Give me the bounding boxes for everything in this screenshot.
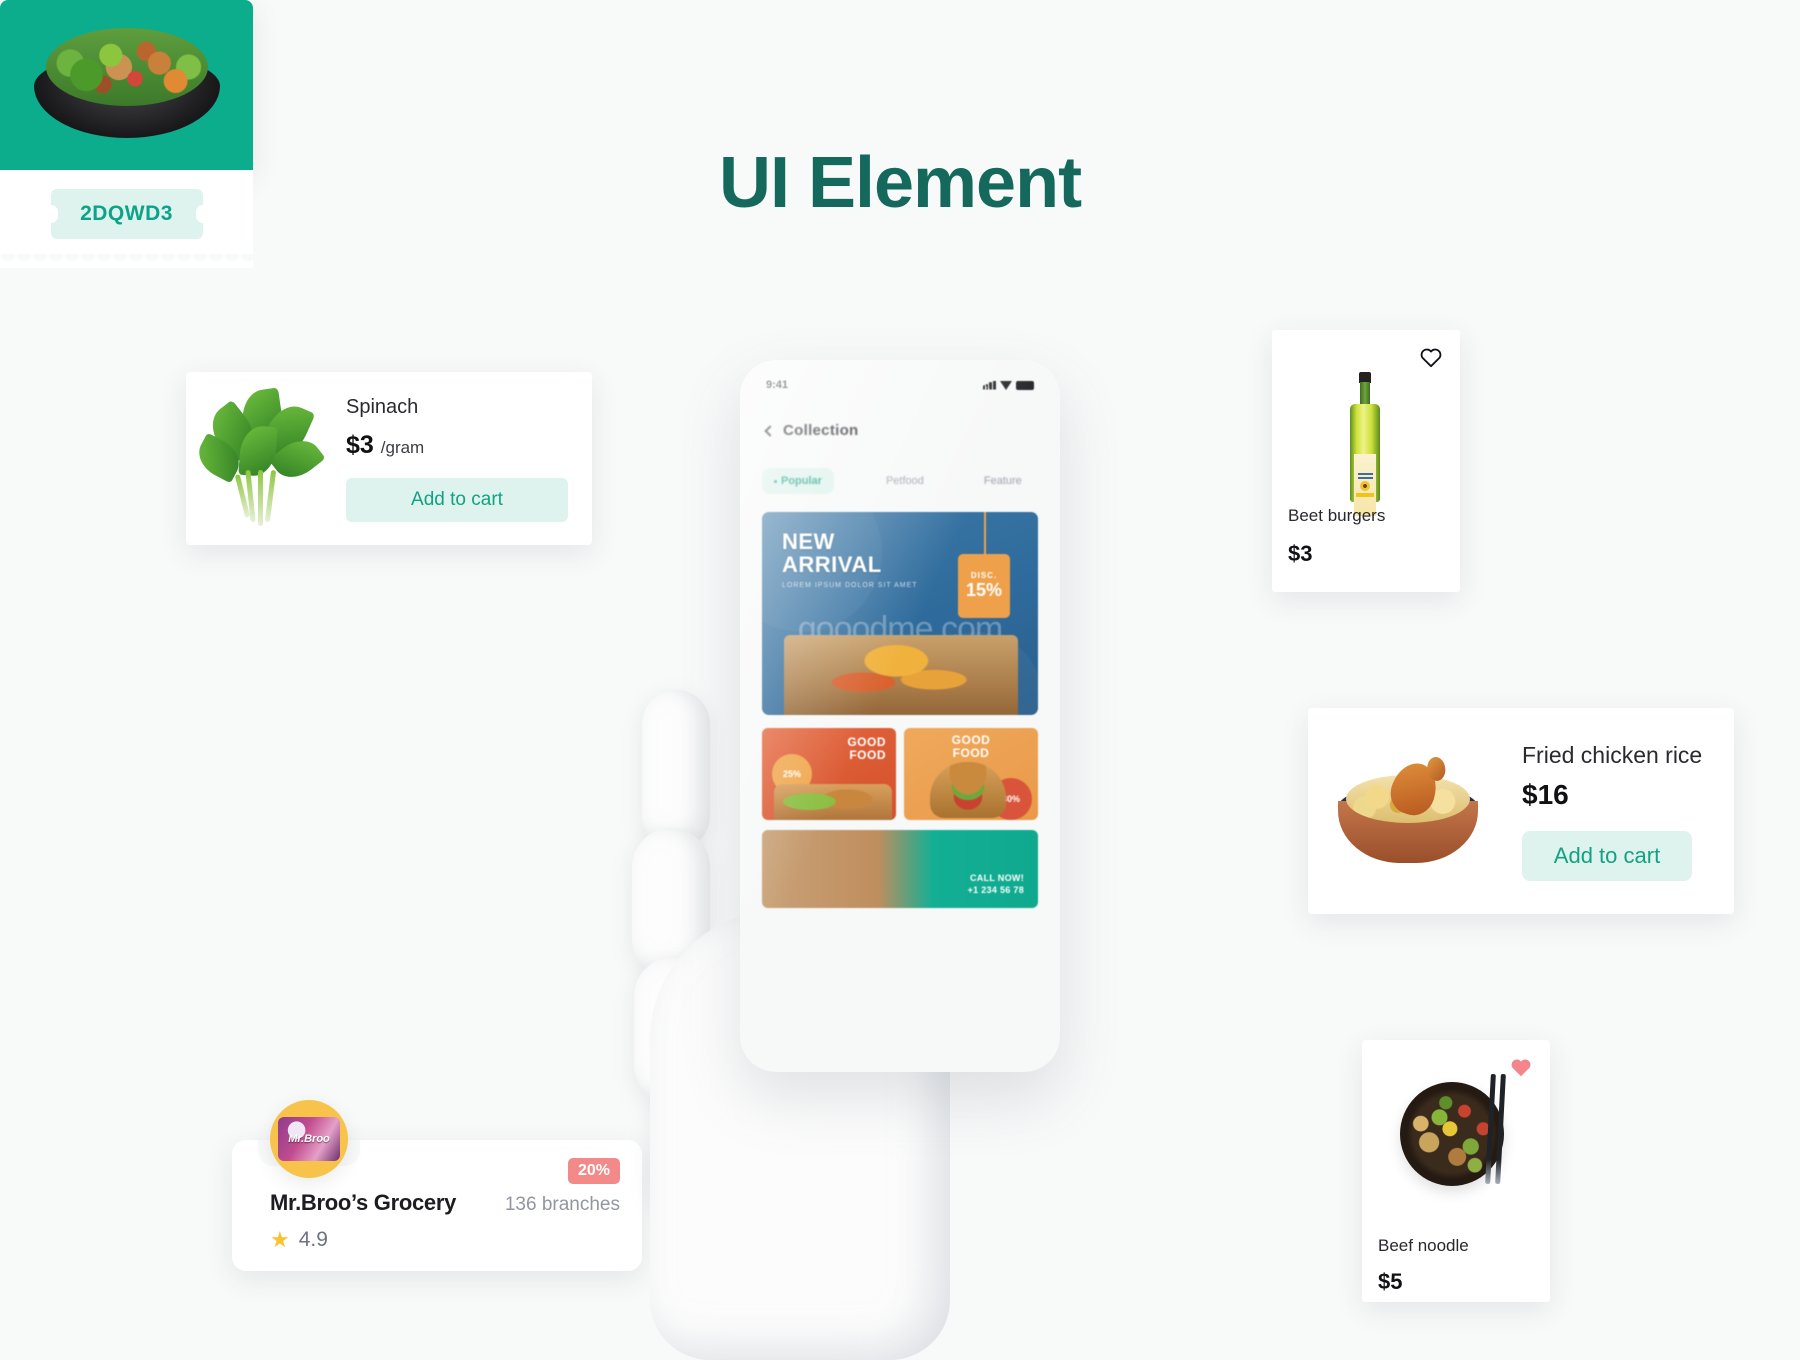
clay-bowl <box>1338 757 1478 863</box>
product-price: $3 <box>1288 541 1313 566</box>
coupon-card[interactable]: 2DQWD3 <box>0 0 253 272</box>
olive-oil-bottle-image <box>1350 372 1380 516</box>
heart-filled-icon[interactable] <box>1508 1054 1534 1080</box>
product-card-spinach[interactable]: Spinach $3 /gram Add to cart <box>186 372 592 545</box>
price-unit: /gram <box>380 437 425 457</box>
page-title: UI Element <box>718 143 1082 223</box>
heart-outline-icon[interactable] <box>1418 344 1444 370</box>
product-card-beef-noodle[interactable]: Beef noodle $5 <box>1362 1040 1550 1302</box>
product-price: $16 <box>1522 778 1569 810</box>
page-root: UI Element Spinach $3 /gram Add to cart … <box>0 0 1800 1360</box>
store-name: Mr.Broo’s Grocery <box>270 1190 457 1215</box>
phone-mockup: 9:41 Collection Popular Petfood Feature … <box>740 360 1060 1072</box>
spinach-info: Spinach $3 /gram Add to cart <box>336 396 568 522</box>
coupon-code-badge[interactable]: 2DQWD3 <box>50 189 203 239</box>
phone-screen-glare <box>740 360 1060 1072</box>
coupon-scalloped-edge <box>0 254 253 268</box>
price-value: $3 <box>346 430 374 459</box>
store-logo: Mr.Broo <box>278 1117 340 1161</box>
spinach-image <box>191 384 336 534</box>
store-rating: ★ 4.9 <box>270 1228 328 1252</box>
store-header-row: Mr.Broo’s Grocery 136 branches <box>270 1190 620 1216</box>
coupon-image-area <box>0 0 253 170</box>
product-price: $5 <box>1378 1269 1403 1294</box>
fried-chicken-rice-info: Fried chicken rice $16 Add to cart <box>1488 742 1702 881</box>
product-name: Fried chicken rice <box>1522 741 1703 768</box>
salad-greens <box>46 28 208 106</box>
fried-chicken-rice-image <box>1330 741 1488 881</box>
bottle-body <box>1350 404 1380 516</box>
store-branches: 136 branches <box>504 1194 620 1215</box>
product-price: $3 /gram <box>346 431 568 460</box>
product-card-fried-chicken-rice[interactable]: Fried chicken rice $16 Add to cart <box>1308 708 1734 914</box>
product-name: Spinach <box>346 395 419 418</box>
product-name: Beef noodle <box>1378 1236 1469 1255</box>
rating-value: 4.9 <box>298 1228 328 1251</box>
coupon-code-area: 2DQWD3 <box>0 170 253 258</box>
product-card-beet-burgers[interactable]: Beet burgers $3 <box>1272 330 1460 592</box>
star-icon: ★ <box>270 1227 290 1252</box>
add-to-cart-button[interactable]: Add to cart <box>346 477 568 522</box>
product-name: Beet burgers <box>1288 506 1386 525</box>
add-to-cart-button[interactable]: Add to cart <box>1522 830 1692 881</box>
store-avatar: Mr.Broo <box>270 1100 348 1178</box>
discount-badge: 20% <box>567 1158 620 1184</box>
spinach-illustration <box>191 384 336 534</box>
